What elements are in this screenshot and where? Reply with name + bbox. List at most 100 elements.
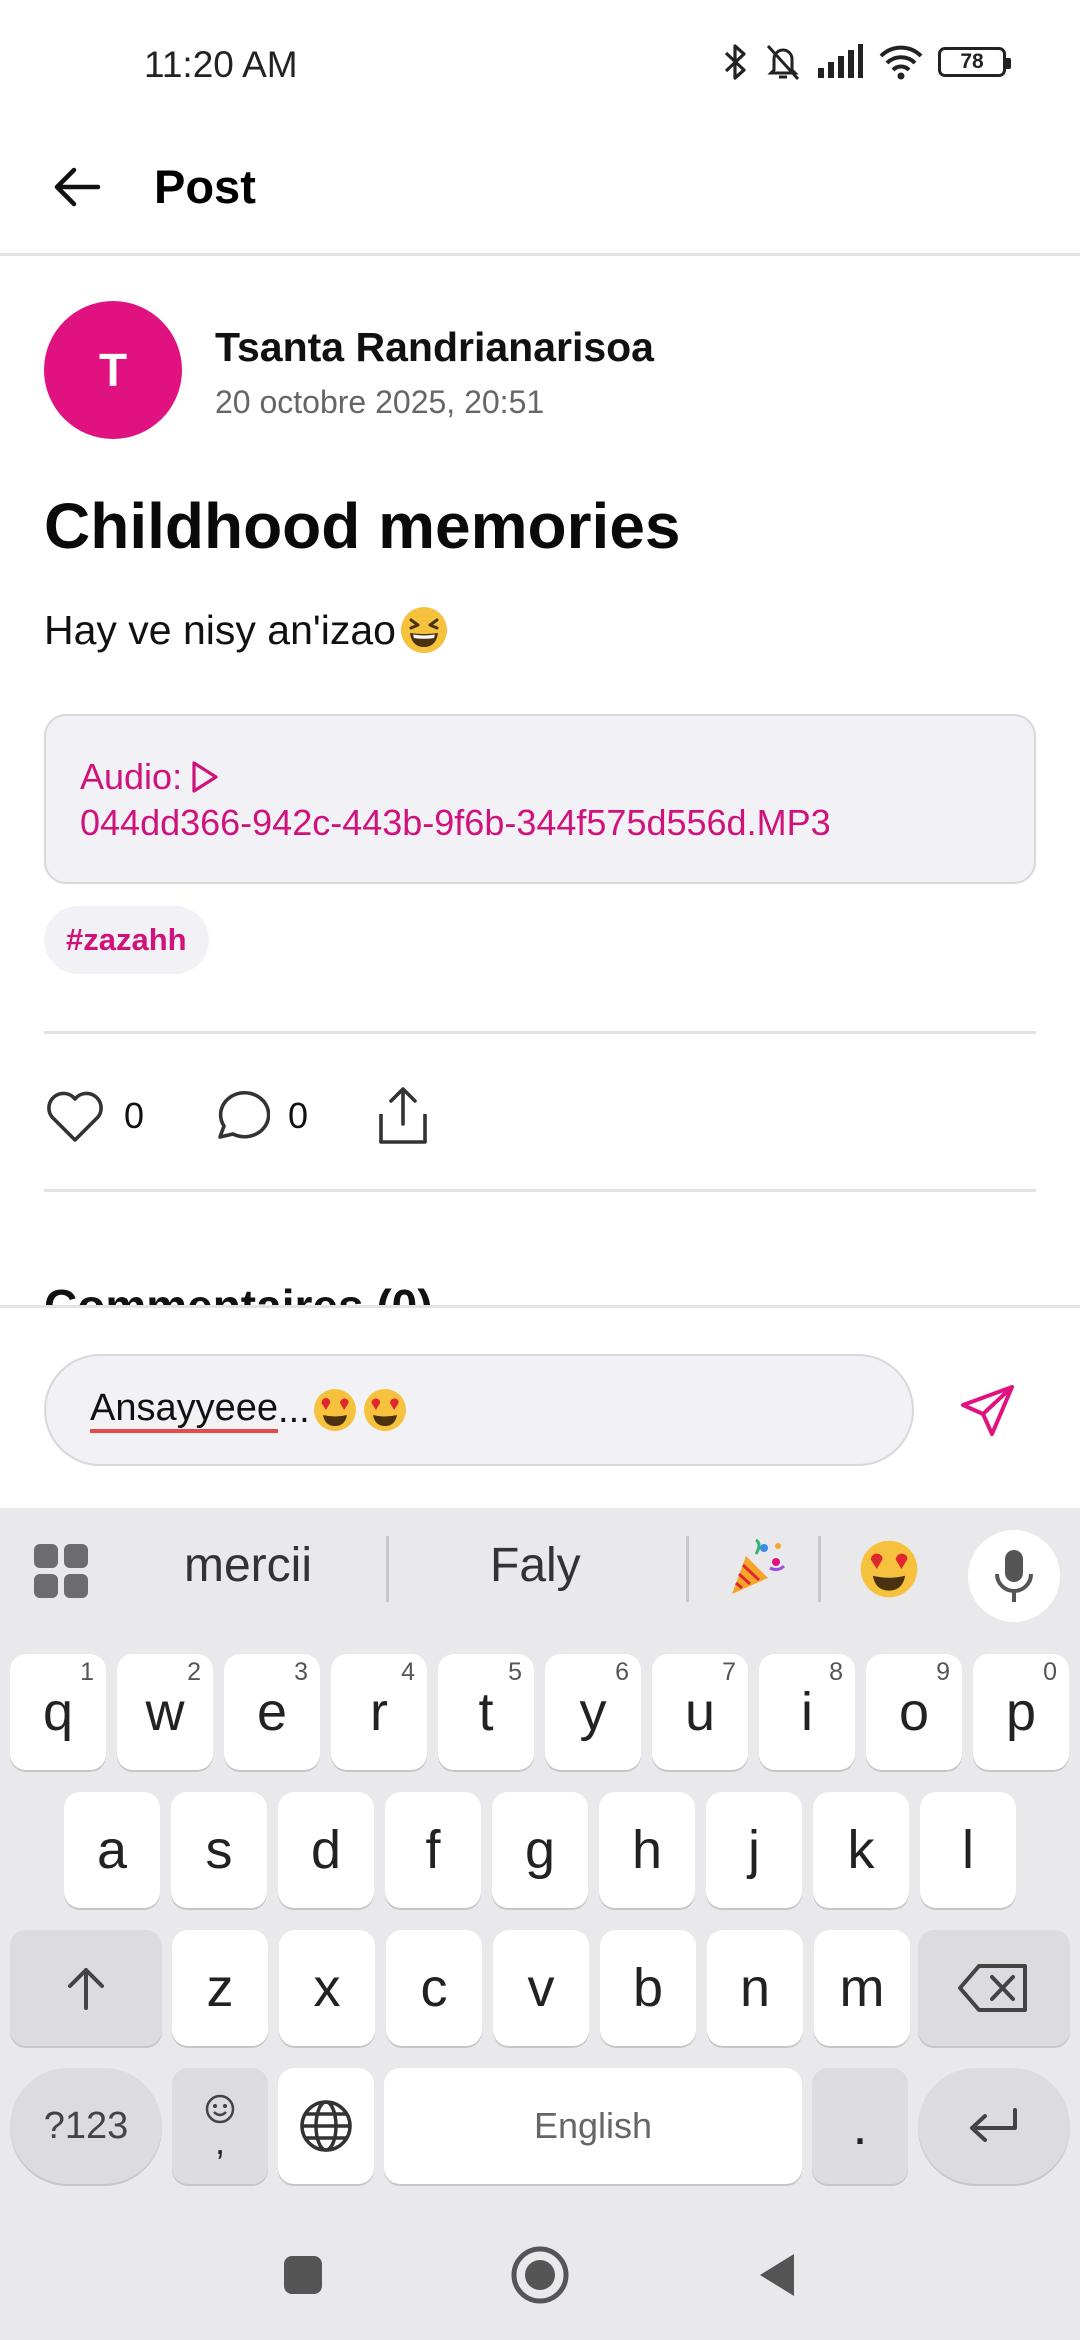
triangle-back-icon (760, 2254, 794, 2296)
comment-button[interactable]: 0 (208, 1087, 308, 1145)
key-c[interactable]: c (386, 1930, 482, 2046)
apps-grid-icon[interactable] (32, 1542, 90, 1600)
home-button[interactable] (505, 2240, 575, 2310)
status-icons: 78 (722, 42, 1011, 82)
like-button[interactable]: 0 (44, 1087, 144, 1145)
avatar-letter: T (98, 344, 128, 396)
recents-button[interactable] (268, 2240, 338, 2310)
post-content[interactable]: T Tsanta Randrianarisoa 20 octobre 2025,… (0, 259, 1080, 1306)
voice-input-button[interactable] (968, 1530, 1060, 1622)
key-j[interactable]: j (706, 1792, 802, 1908)
wifi-icon (879, 45, 923, 80)
key-y[interactable]: y6 (545, 1654, 641, 1770)
key-m[interactable]: m (814, 1930, 910, 2046)
suggestion-word[interactable]: mercii (184, 1538, 312, 1593)
key-number-hint: 3 (294, 1658, 308, 1686)
hashtag-chip[interactable]: #zazahh (44, 906, 209, 974)
comments-heading: Commentaires (0) (44, 1280, 433, 1306)
key-g[interactable]: g (492, 1792, 588, 1908)
party-popper-icon[interactable] (726, 1538, 786, 1598)
microphone-icon (995, 1550, 1033, 1602)
post-body-text: Hay ve nisy an'izao (44, 606, 396, 653)
comma-label: , (214, 2121, 225, 2162)
key-b[interactable]: b (600, 1930, 696, 2046)
key-label: r (370, 1682, 388, 1742)
circle-icon (511, 2246, 569, 2304)
backspace-icon (958, 1964, 1027, 2012)
key-d[interactable]: d (278, 1792, 374, 1908)
key-label: y (579, 1682, 607, 1742)
author-name[interactable]: Tsanta Randrianarisoa (215, 324, 654, 371)
period-key[interactable]: . (812, 2068, 908, 2184)
audio-filename: 044dd366-942c-443b-9f6b-344f575d556d.MP3 (80, 802, 831, 843)
back-nav-button[interactable] (742, 2240, 812, 2310)
divider (44, 1031, 1036, 1034)
key-number-hint: 6 (615, 1658, 629, 1686)
key-t[interactable]: t5 (438, 1654, 534, 1770)
suggestion-word[interactable]: Faly (490, 1538, 581, 1593)
key-label: q (42, 1682, 74, 1742)
status-bar: 11:20 AM 78 (0, 0, 1080, 130)
symbols-key[interactable]: ?123 (10, 2068, 162, 2184)
space-key[interactable]: English (384, 2068, 802, 2184)
key-v[interactable]: v (493, 1930, 589, 2046)
avatar[interactable]: T (44, 301, 182, 439)
back-button[interactable] (40, 150, 114, 224)
heart-eyes-emoji-icon[interactable] (858, 1538, 920, 1600)
key-i[interactable]: i8 (759, 1654, 855, 1770)
heart-icon (47, 1091, 103, 1142)
key-w[interactable]: w2 (117, 1654, 213, 1770)
key-k[interactable]: k (813, 1792, 909, 1908)
key-number-hint: 1 (80, 1658, 94, 1686)
key-label: w (145, 1682, 185, 1742)
arrow-left-icon (54, 167, 101, 207)
key-label: t (478, 1682, 494, 1742)
square-icon (284, 2256, 322, 2294)
key-label: i (801, 1682, 813, 1742)
key-number-hint: 0 (1043, 1658, 1057, 1686)
heart-eyes-emoji-icon (363, 1389, 406, 1431)
comment-composer: Ansayyeee... (0, 1305, 1080, 1508)
post-date: 20 octobre 2025, 20:51 (215, 384, 545, 420)
key-e[interactable]: e3 (224, 1654, 320, 1770)
key-z[interactable]: z (172, 1930, 268, 2046)
key-q[interactable]: q1 (10, 1654, 106, 1770)
suggestion-separator (686, 1536, 689, 1602)
key-f[interactable]: f (385, 1792, 481, 1908)
key-number-hint: 5 (508, 1658, 522, 1686)
key-a[interactable]: a (64, 1792, 160, 1908)
shift-key[interactable] (10, 1930, 162, 2046)
play-icon[interactable] (190, 760, 220, 794)
key-x[interactable]: x (279, 1930, 375, 2046)
emoji-comma-key[interactable]: , (172, 2068, 268, 2184)
key-o[interactable]: o9 (866, 1654, 962, 1770)
key-label: p (1005, 1682, 1037, 1742)
divider (44, 1189, 1036, 1192)
key-number-hint: 4 (401, 1658, 415, 1686)
backspace-key[interactable] (918, 1930, 1070, 2046)
comment-input[interactable]: Ansayyeee... (44, 1354, 914, 1466)
key-number-hint: 7 (722, 1658, 736, 1686)
suggestion-strip: mercii Faly (0, 1508, 1080, 1632)
key-label: e (256, 1682, 288, 1742)
comment-text-suffix: ... (278, 1388, 310, 1431)
key-p[interactable]: p0 (973, 1654, 1069, 1770)
share-button[interactable] (372, 1084, 434, 1148)
key-number-hint: 2 (187, 1658, 201, 1686)
key-u[interactable]: u7 (652, 1654, 748, 1770)
enter-icon (970, 2108, 1017, 2142)
key-l[interactable]: l (920, 1792, 1016, 1908)
key-r[interactable]: r4 (331, 1654, 427, 1770)
key-s[interactable]: s (171, 1792, 267, 1908)
key-n[interactable]: n (707, 1930, 803, 2046)
app-bar: Post (0, 130, 1080, 256)
send-button[interactable] (950, 1374, 1024, 1448)
grinning-squinting-face-icon (400, 607, 447, 653)
key-label: o (898, 1682, 930, 1742)
send-icon (961, 1385, 1014, 1436)
heart-eyes-emoji-icon (313, 1389, 356, 1431)
enter-key[interactable] (918, 2068, 1070, 2184)
key-h[interactable]: h (599, 1792, 695, 1908)
language-key[interactable] (278, 2068, 374, 2184)
audio-attachment[interactable]: Audio: 044dd366-942c-443b-9f6b-344f575d5… (44, 714, 1036, 884)
